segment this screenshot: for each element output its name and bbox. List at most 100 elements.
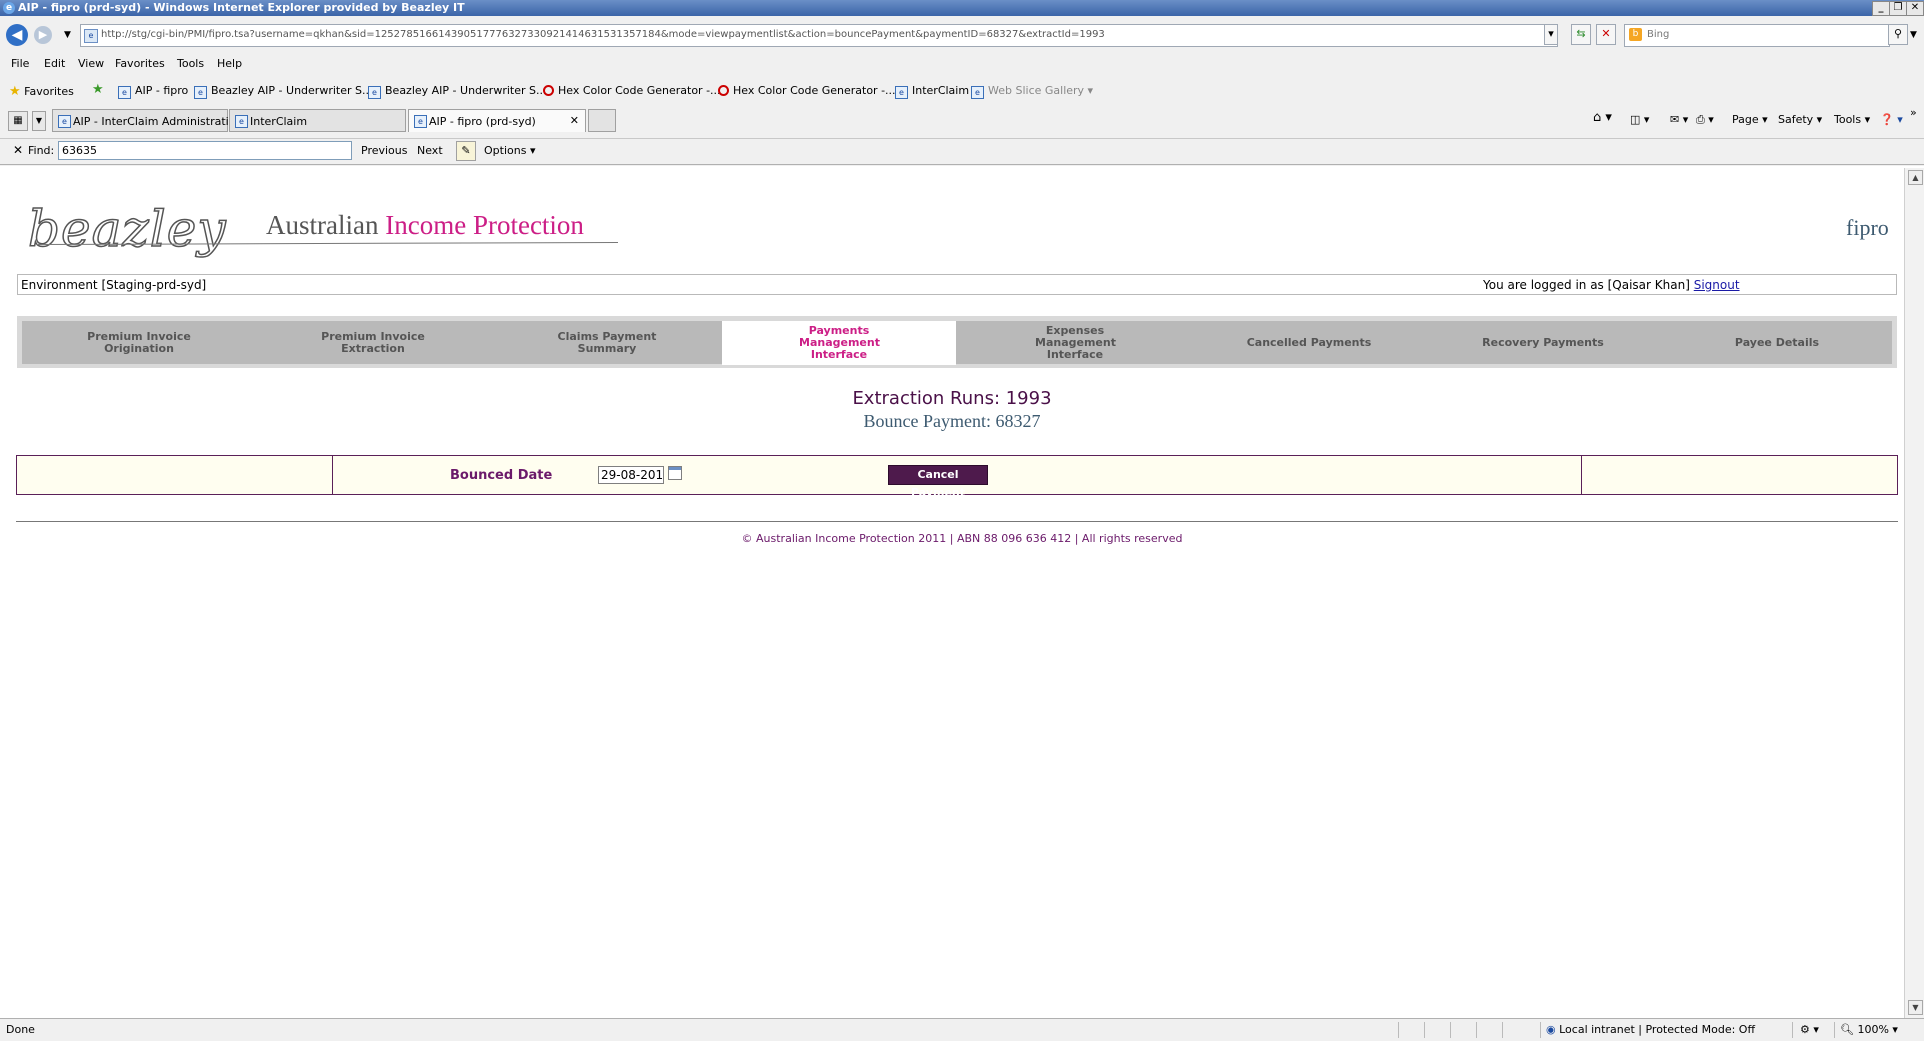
nav-label: Recovery Payments: [1482, 335, 1604, 349]
fav-label: Web Slice Gallery: [988, 84, 1085, 97]
signout-link[interactable]: Signout: [1694, 278, 1740, 292]
close-window-button[interactable]: ✕: [1906, 1, 1924, 16]
fav-item-web-slice-gallery[interactable]: e Web Slice Gallery ▾: [971, 84, 1093, 99]
status-divider: [1540, 1022, 1541, 1038]
menu-favorites[interactable]: Favorites: [115, 57, 165, 70]
cell-divider: [1581, 456, 1582, 494]
minimize-button[interactable]: _: [1872, 1, 1890, 16]
refresh-icon[interactable]: ⇆: [1571, 24, 1591, 45]
menu-help[interactable]: Help: [217, 57, 242, 70]
page-icon: e: [118, 86, 131, 99]
bounced-date-input[interactable]: 29-08-2013: [598, 466, 664, 484]
site-title: Australian Income Protection: [266, 210, 584, 241]
window-title: AIP - fipro (prd-syd) - Windows Internet…: [18, 1, 465, 14]
search-icon[interactable]: ⚲: [1888, 24, 1908, 45]
highlight-icon[interactable]: ✎: [456, 141, 476, 161]
find-previous-button[interactable]: Previous: [361, 144, 408, 157]
protected-mode-icon[interactable]: ⚙ ▾: [1800, 1023, 1819, 1036]
quick-tabs-icon[interactable]: ▦: [8, 111, 28, 131]
menu-tools[interactable]: Tools: [177, 57, 204, 70]
stop-icon[interactable]: ✕: [1596, 24, 1616, 45]
search-box[interactable]: b Bing: [1624, 24, 1890, 47]
nav-premium-invoice-origination[interactable]: Premium Invoice Origination: [22, 321, 256, 364]
nav-label: Expenses Management Interface: [1035, 323, 1116, 361]
tab-label: AIP - InterClaim Administration: [73, 115, 243, 128]
zoom-control[interactable]: 🔍︎ 100% ▾: [1840, 1023, 1898, 1036]
tab-label: AIP - fipro (prd-syd): [429, 115, 536, 128]
fav-label: Hex Color Code Generator -...: [558, 84, 721, 97]
address-bar[interactable]: e http://stg/cgi-bin/PMI/fipro.tsa?usern…: [80, 24, 1558, 47]
favorites-button[interactable]: ★ Favorites: [9, 84, 74, 99]
fav-label: AIP - fipro: [135, 84, 189, 97]
tab-aip-fipro[interactable]: e AIP - fipro (prd-syd) ✕: [408, 109, 586, 132]
nav-premium-invoice-extraction[interactable]: Premium Invoice Extraction: [256, 321, 490, 364]
search-options-icon[interactable]: ▼: [1910, 30, 1917, 40]
bounce-payment-heading: Bounce Payment: 68327: [863, 411, 1041, 431]
fav-item-aip-fipro[interactable]: e AIP - fipro: [118, 84, 188, 99]
tab-interclaim[interactable]: e InterClaim: [229, 109, 406, 132]
back-button[interactable]: ◀: [6, 24, 28, 46]
fav-item-beazley-2[interactable]: e Beazley AIP - Underwriter S...: [368, 84, 546, 99]
page-menu[interactable]: Page ▾: [1732, 113, 1768, 126]
menu-edit[interactable]: Edit: [44, 57, 65, 70]
status-divider: [1834, 1022, 1835, 1038]
mail-icon[interactable]: ✉ ▾: [1670, 113, 1688, 126]
fav-item-hex-1[interactable]: Hex Color Code Generator -...: [543, 84, 721, 97]
footer-text: © Australian Income Protection 2011 | AB…: [741, 532, 1183, 545]
nav-expenses-management-interface[interactable]: Expenses Management Interface: [958, 321, 1192, 364]
tools-menu[interactable]: Tools ▾: [1834, 113, 1870, 126]
page-icon: e: [58, 115, 71, 128]
new-tab-button[interactable]: [588, 109, 616, 132]
nav-label: Payee Details: [1734, 335, 1820, 349]
help-icon[interactable]: ❓ ▾: [1880, 113, 1903, 126]
nav-recovery-payments[interactable]: Recovery Payments: [1426, 321, 1660, 364]
fav-item-hex-2[interactable]: Hex Color Code Generator -...: [718, 84, 896, 97]
add-favorite-icon[interactable]: ★: [92, 82, 104, 97]
fav-item-beazley-1[interactable]: e Beazley AIP - Underwriter S...: [194, 84, 372, 99]
fav-label: InterClaim: [912, 84, 970, 97]
safety-menu[interactable]: Safety ▾: [1778, 113, 1822, 126]
status-divider: [1792, 1022, 1793, 1038]
status-divider: [1502, 1022, 1503, 1038]
site-title-plain: Australian: [266, 210, 386, 240]
menu-file[interactable]: File: [11, 57, 29, 70]
vertical-scrollbar[interactable]: ▲ ▼: [1904, 168, 1924, 1018]
menu-view[interactable]: View: [78, 57, 104, 70]
nav-payments-management-interface[interactable]: Payments Management Interface: [722, 321, 956, 365]
fav-label: Beazley AIP - Underwriter S...: [385, 84, 547, 97]
chevron-right-icon[interactable]: »: [1910, 106, 1917, 119]
close-tab-icon[interactable]: ✕: [570, 114, 579, 127]
nav-label: Claims Payment Summary: [557, 329, 657, 355]
restore-button[interactable]: ❐: [1889, 1, 1907, 16]
star-icon: ★: [9, 84, 21, 99]
main-nav: Premium Invoice Origination Premium Invo…: [22, 321, 1894, 365]
find-input[interactable]: 63635: [58, 141, 352, 160]
security-zone[interactable]: ◉ Local intranet | Protected Mode: Off: [1546, 1023, 1755, 1036]
nav-cancelled-payments[interactable]: Cancelled Payments: [1192, 321, 1426, 364]
tools-menu-label: Tools: [1834, 113, 1862, 126]
cell-divider: [332, 456, 333, 494]
fav-item-interclaim[interactable]: e InterClaim: [895, 84, 969, 99]
recent-pages-dropdown-icon[interactable]: ▼: [64, 30, 71, 40]
scroll-up-icon[interactable]: ▲: [1908, 170, 1923, 185]
cancel-payment-button[interactable]: Cancel Payment: [888, 465, 988, 499]
menu-bar: File Edit View Favorites Tools Help: [0, 54, 1924, 74]
tab-list-dropdown-icon[interactable]: ▼: [32, 111, 46, 131]
nav-payee-details[interactable]: Payee Details: [1660, 321, 1894, 364]
environment-bar: Environment [Staging-prd-syd] You are lo…: [17, 274, 1897, 295]
find-options-button[interactable]: Options ▾: [484, 144, 535, 157]
print-icon[interactable]: ⎙ ▾: [1696, 113, 1714, 127]
home-icon[interactable]: ⌂ ▾: [1593, 110, 1612, 125]
status-divider: [1398, 1022, 1399, 1038]
nav-claims-payment-summary[interactable]: Claims Payment Summary: [490, 321, 724, 364]
close-find-icon[interactable]: ✕: [13, 143, 23, 157]
tab-label: InterClaim: [250, 115, 308, 128]
forward-button[interactable]: ▶: [34, 26, 52, 44]
feeds-icon[interactable]: ◫ ▾: [1630, 113, 1649, 126]
calendar-icon[interactable]: [668, 466, 682, 480]
page-menu-label: Page: [1732, 113, 1759, 126]
tab-interclaim-admin[interactable]: e AIP - InterClaim Administration: [52, 109, 242, 132]
find-next-button[interactable]: Next: [417, 144, 443, 157]
scroll-down-icon[interactable]: ▼: [1908, 1000, 1923, 1015]
address-dropdown-icon[interactable]: ▾: [1544, 24, 1558, 45]
